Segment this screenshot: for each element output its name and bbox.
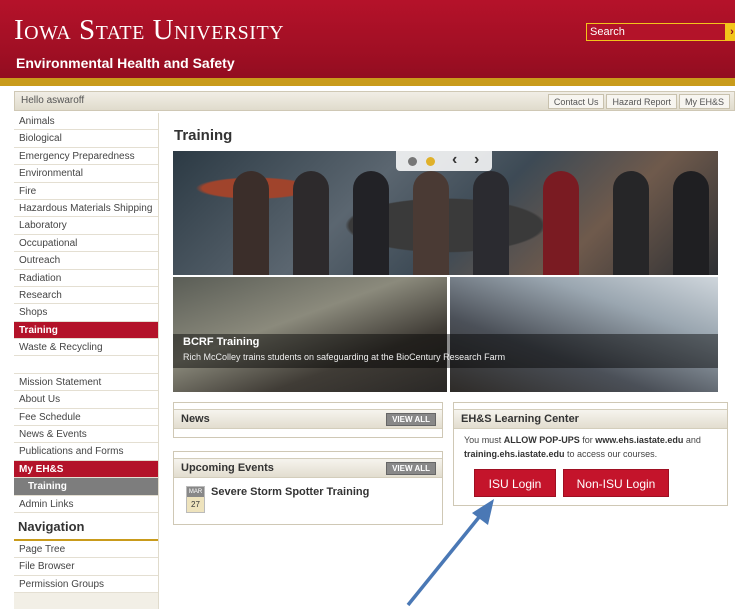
sidebar-item-waste[interactable]: Waste & Recycling [14,339,158,357]
sidebar-item-about[interactable]: About Us [14,391,158,409]
sidebar-item-shops[interactable]: Shops [14,304,158,322]
sidebar-item-file-browser[interactable]: File Browser [14,558,158,576]
my-ehs-link[interactable]: My EH&S [678,94,730,109]
greeting: Hello aswaroff [21,95,85,106]
sidebar-item-news-events[interactable]: News & Events [14,426,158,444]
department-name[interactable]: Environmental Health and Safety [16,55,235,71]
event-date-badge: MAR 27 [186,486,205,513]
events-title: Upcoming Events [181,462,274,474]
slide-dot-1[interactable] [408,157,417,166]
events-view-all-button[interactable]: VIEW ALL [386,462,436,475]
event-title[interactable]: Severe Storm Spotter Training [211,486,369,498]
prev-slide-icon[interactable]: ‹ [452,151,457,169]
site-header: Iowa State University Environmental Heal… [0,0,735,86]
caption-text: Rich McColley trains students on safegua… [183,352,506,362]
slide-dot-2[interactable] [426,157,435,166]
sidebar-item-environmental[interactable]: Environmental [14,165,158,183]
sidebar-item-training[interactable]: Training [14,321,158,340]
sidebar-item-my-training[interactable]: Training [14,478,158,496]
news-box: News VIEW ALL [173,402,443,438]
sidebar-item-laboratory[interactable]: Laboratory [14,217,158,235]
sidebar-item-page-tree[interactable]: Page Tree [14,540,158,559]
notice-bold-popups: ALLOW POP-UPS [503,435,580,445]
notice-bold-domain-2: training.ehs.iastate.edu [464,449,565,459]
university-wordmark[interactable]: Iowa State University [14,14,284,47]
event-day: 27 [187,497,204,512]
non-isu-login-button[interactable]: Non-ISU Login [563,469,669,497]
sidebar-item-fire[interactable]: Fire [14,182,158,200]
event-month: MAR [187,487,204,497]
notice-bold-domain-1: www.ehs.iastate.edu [595,435,684,445]
slide-caption[interactable]: BCRF Training Rich McColley trains stude… [173,334,718,368]
popup-notice: You must ALLOW POP-UPS for www.ehs.iasta… [464,433,728,461]
next-slide-icon[interactable]: › [474,151,479,169]
utility-links: Contact Us Hazard Report My EH&S [547,94,730,109]
annotation-arrow-icon [406,499,494,607]
hazard-report-link[interactable]: Hazard Report [606,94,677,109]
sidebar-item-hazmat-shipping[interactable]: Hazardous Materials Shipping [14,199,158,218]
sidebar-item-mission[interactable]: Mission Statement [14,373,158,392]
learning-center-title: EH&S Learning Center [461,413,579,425]
gold-stripe [0,78,735,86]
notice-text-3: and [683,435,701,445]
user-bar: Hello aswaroff Contact Us Hazard Report … [14,91,735,111]
sidebar-item-fees[interactable]: Fee Schedule [14,408,158,427]
contact-us-link[interactable]: Contact Us [547,94,605,109]
sidebar-item-occupational[interactable]: Occupational [14,234,158,253]
sidebar-spacer [14,356,158,374]
sidebar-item-animals[interactable]: Animals [14,113,158,131]
isu-login-button[interactable]: ISU Login [474,469,556,497]
sidebar: Animals Biological Emergency Preparednes… [14,113,159,609]
sidebar-item-publications[interactable]: Publications and Forms [14,443,158,461]
sidebar-item-my-ehs[interactable]: My EH&S [14,460,158,479]
slideshow-controls: ‹ › [396,151,492,171]
search-go-icon[interactable]: › [726,23,735,41]
navigation-heading: Navigation [14,512,158,541]
sidebar-item-radiation[interactable]: Radiation [14,269,158,287]
news-view-all-button[interactable]: VIEW ALL [386,413,436,426]
notice-text-1: You must [464,435,504,445]
sidebar-item-emergency[interactable]: Emergency Preparedness [14,147,158,166]
caption-title: BCRF Training [183,336,260,348]
sidebar-item-research[interactable]: Research [14,286,158,305]
sidebar-item-outreach[interactable]: Outreach [14,252,158,270]
search-box[interactable]: › [586,23,735,41]
notice-text-2: for [579,435,596,445]
sidebar-item-permission-groups[interactable]: Permission Groups [14,575,158,594]
sidebar-item-admin[interactable]: Admin Links [14,495,158,513]
sidebar-item-biological[interactable]: Biological [14,130,158,148]
notice-text-4: to access our courses. [564,449,658,459]
page-title: Training [174,127,233,144]
news-title: News [181,413,210,425]
search-input[interactable] [587,24,723,40]
